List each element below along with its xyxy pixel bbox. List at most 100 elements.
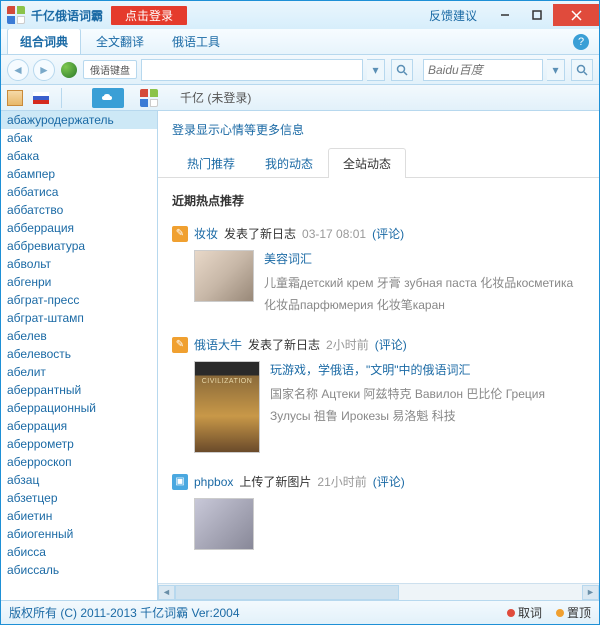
word-item[interactable]: абелевость — [1, 345, 157, 363]
qianyi-status-label: 千亿 (未登录) — [180, 89, 251, 106]
word-sidebar[interactable]: абажуродержательабакабакаабампераббатиса… — [1, 111, 158, 600]
word-item[interactable]: абампер — [1, 165, 157, 183]
word-item[interactable]: аббревиатура — [1, 237, 157, 255]
word-item[interactable]: аберрационный — [1, 399, 157, 417]
post-title-link[interactable]: 玩游戏，学俄语，"文明"中的俄语词汇 — [270, 361, 585, 378]
zhiding-toggle[interactable]: 置顶 — [556, 604, 591, 621]
word-item[interactable]: абисса — [1, 543, 157, 561]
minimize-button[interactable] — [489, 4, 521, 26]
word-item[interactable]: абиогенный — [1, 525, 157, 543]
baidu-go-button[interactable] — [571, 59, 593, 81]
action-text: 发表了新日志 — [248, 336, 320, 353]
content-tabs: 热门推荐 我的动态 全站动态 — [158, 148, 599, 178]
word-item[interactable]: абажуродержатель — [1, 111, 157, 129]
scroll-right-button[interactable]: ► — [582, 585, 599, 600]
content-pane: 登录显示心情等更多信息 热门推荐 我的动态 全站动态 近期热点推荐 ✎ 妆妆 发… — [158, 111, 599, 600]
app-window: 千亿俄语词霸 点击登录 反馈建议 组合词典 全文翻译 俄语工具 ? ◄ ► 俄语… — [0, 0, 600, 625]
feed-post: ✎ 俄语大牛 发表了新日志 2小时前 (评论) 玩游戏，学俄语，"文明"中的俄语… — [172, 336, 585, 453]
keyboard-chip[interactable]: 俄语键盘 — [83, 60, 137, 79]
cloud-icon[interactable] — [92, 88, 124, 108]
toolbar: ◄ ► 俄语键盘 ▾ ▾ — [1, 55, 599, 85]
scroll-thumb[interactable] — [175, 585, 399, 600]
word-item[interactable]: абвольт — [1, 255, 157, 273]
scroll-track[interactable] — [175, 585, 582, 600]
horizontal-scrollbar[interactable]: ◄ ► — [158, 583, 599, 600]
search-input[interactable] — [141, 59, 363, 81]
yellow-dot-icon — [556, 609, 564, 617]
book-icon[interactable] — [7, 90, 23, 106]
user-link[interactable]: 俄语大牛 — [194, 336, 242, 353]
baidu-dropdown[interactable]: ▾ — [547, 59, 565, 81]
feed-post: ✎ 妆妆 发表了新日志 03-17 08:01 (评论) 美容词汇 儿童霜дет… — [172, 225, 585, 316]
separator — [61, 88, 62, 108]
word-item[interactable]: аберрометр — [1, 435, 157, 453]
search-dropdown[interactable]: ▾ — [367, 59, 385, 81]
word-item[interactable]: абиссаль — [1, 561, 157, 579]
quci-toggle[interactable]: 取词 — [507, 604, 542, 621]
nav-back-button[interactable]: ◄ — [7, 59, 29, 81]
tab-all[interactable]: 全站动态 — [328, 148, 406, 178]
word-item[interactable]: абграт-пресс — [1, 291, 157, 309]
tab-dictionary[interactable]: 组合词典 — [7, 28, 81, 54]
russia-flag-icon[interactable] — [33, 92, 49, 104]
word-item[interactable]: абиетин — [1, 507, 157, 525]
menubar: 组合词典 全文翻译 俄语工具 ? — [1, 29, 599, 55]
word-item[interactable]: абграт-штамп — [1, 309, 157, 327]
word-item[interactable]: абберрация — [1, 219, 157, 237]
section-title: 近期热点推荐 — [172, 192, 585, 209]
copyright-text: 版权所有 (C) 2011-2013 千亿词霸 Ver:2004 — [9, 604, 240, 621]
feed-post: ▣ phpbox 上传了新图片 21小时前 (评论) — [172, 473, 585, 550]
word-item[interactable]: абгенри — [1, 273, 157, 291]
word-item[interactable]: аберрация — [1, 417, 157, 435]
app-title: 千亿俄语词霸 — [31, 7, 103, 24]
body: абажуродержательабакабакаабампераббатиса… — [1, 111, 599, 600]
word-item[interactable]: абзац — [1, 471, 157, 489]
word-item[interactable]: аберроскоп — [1, 453, 157, 471]
feedback-link[interactable]: 反馈建议 — [429, 7, 477, 24]
word-item[interactable]: аббатиса — [1, 183, 157, 201]
tab-translate[interactable]: 全文翻译 — [83, 28, 157, 54]
iconbar: 千亿 (未登录) — [1, 85, 599, 111]
qianyi-logo-icon — [140, 89, 158, 107]
action-text: 上传了新图片 — [239, 473, 311, 490]
feed[interactable]: 近期热点推荐 ✎ 妆妆 发表了新日志 03-17 08:01 (评论) 美容词汇… — [158, 178, 599, 583]
word-item[interactable]: аббатство — [1, 201, 157, 219]
scroll-left-button[interactable]: ◄ — [158, 585, 175, 600]
word-item[interactable]: абелит — [1, 363, 157, 381]
word-item[interactable]: абелев — [1, 327, 157, 345]
user-link[interactable]: phpbox — [194, 475, 233, 489]
word-item[interactable]: абзетцер — [1, 489, 157, 507]
red-dot-icon — [507, 609, 515, 617]
login-button[interactable]: 点击登录 — [111, 6, 187, 25]
word-item[interactable]: абака — [1, 147, 157, 165]
post-title-link[interactable]: 美容词汇 — [264, 250, 585, 267]
tab-hot[interactable]: 热门推荐 — [172, 148, 250, 178]
search-go-button[interactable] — [391, 59, 413, 81]
comment-link[interactable]: (评论) — [375, 336, 407, 353]
login-hint-link[interactable]: 登录显示心情等更多信息 — [158, 111, 599, 148]
word-item[interactable]: абак — [1, 129, 157, 147]
user-link[interactable]: 妆妆 — [194, 225, 218, 242]
close-button[interactable] — [553, 4, 599, 26]
post-timestamp: 2小时前 — [326, 336, 369, 353]
globe-icon[interactable] — [61, 62, 77, 78]
tab-mine[interactable]: 我的动态 — [250, 148, 328, 178]
comment-link[interactable]: (评论) — [372, 225, 404, 242]
post-thumbnail[interactable] — [194, 361, 260, 453]
image-badge-icon: ▣ — [172, 474, 188, 490]
post-desc: 儿童霜детский крем 牙膏 зубная паста 化妆品косме… — [264, 273, 585, 316]
nav-fwd-button[interactable]: ► — [33, 59, 55, 81]
maximize-button[interactable] — [521, 4, 553, 26]
help-icon[interactable]: ? — [573, 34, 589, 50]
tab-tools[interactable]: 俄语工具 — [159, 28, 233, 54]
post-thumbnail[interactable] — [194, 250, 254, 302]
word-item[interactable]: аберрантный — [1, 381, 157, 399]
journal-badge-icon: ✎ — [172, 226, 188, 242]
journal-badge-icon: ✎ — [172, 337, 188, 353]
post-thumbnail[interactable] — [194, 498, 254, 550]
baidu-search-input[interactable] — [423, 59, 543, 81]
action-text: 发表了新日志 — [224, 225, 296, 242]
post-timestamp: 03-17 08:01 — [302, 227, 366, 241]
comment-link[interactable]: (评论) — [373, 473, 405, 490]
statusbar: 版权所有 (C) 2011-2013 千亿词霸 Ver:2004 取词 置顶 — [1, 600, 599, 624]
